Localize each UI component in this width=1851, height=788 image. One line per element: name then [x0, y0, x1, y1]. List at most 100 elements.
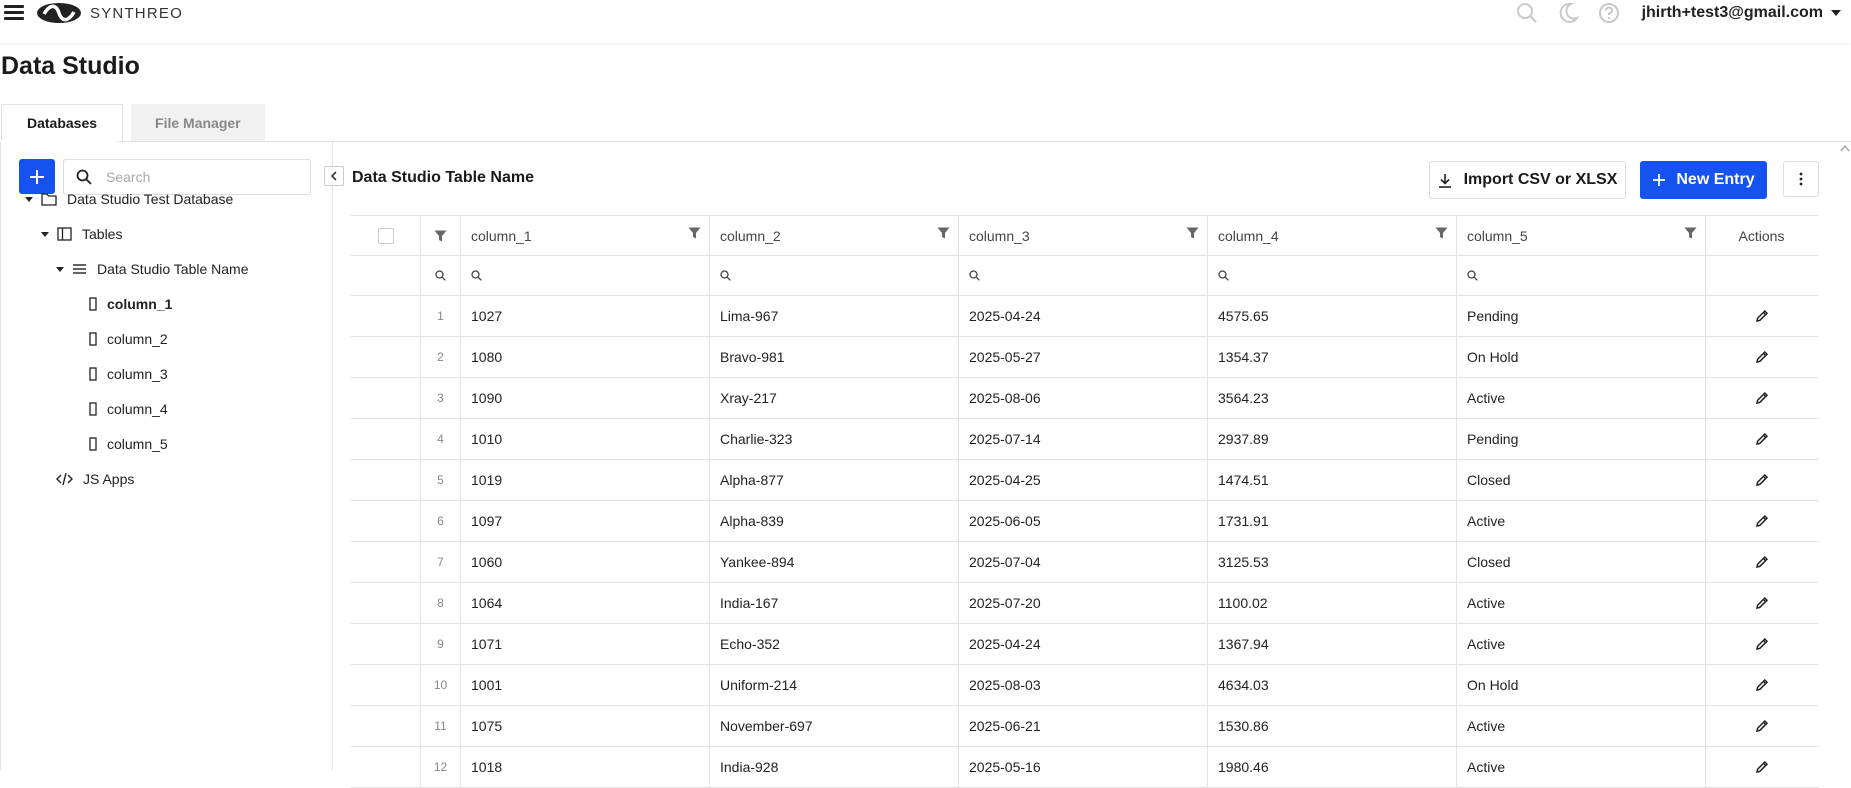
tree-js-apps[interactable]: JS Apps [56, 467, 134, 491]
tree-column-5[interactable]: column_5 [89, 432, 168, 456]
table-cell[interactable]: 1071 [461, 624, 710, 664]
column-filter-1[interactable] [461, 256, 710, 295]
column-header-4[interactable]: column_4 [1208, 216, 1457, 255]
edit-icon[interactable] [1755, 637, 1769, 651]
table-row[interactable]: 5 1019 Alpha-877 2025-04-25 1474.51 Closed [351, 460, 1819, 501]
tree-column-3[interactable]: column_3 [89, 362, 168, 386]
edit-icon[interactable] [1755, 678, 1769, 692]
table-cell[interactable]: 2937.89 [1208, 419, 1457, 459]
filter-icon[interactable] [1186, 227, 1199, 239]
row-select-cell[interactable] [351, 624, 421, 664]
user-menu[interactable]: jhirth+test3@gmail.com [1642, 4, 1841, 22]
table-cell[interactable]: 1027 [461, 296, 710, 336]
table-cell[interactable]: Pending [1457, 419, 1706, 459]
edit-icon[interactable] [1755, 719, 1769, 733]
table-cell[interactable]: 1080 [461, 337, 710, 377]
table-cell[interactable]: 1980.46 [1208, 747, 1457, 787]
table-cell[interactable]: 1731.91 [1208, 501, 1457, 541]
column-filter-4[interactable] [1208, 256, 1457, 295]
table-row[interactable]: 11 1075 November-697 2025-06-21 1530.86 Activ… [351, 706, 1819, 747]
more-options-button[interactable] [1783, 161, 1819, 197]
tree-column-1[interactable]: column_1 [89, 292, 172, 316]
new-entry-button[interactable]: New Entry [1640, 161, 1767, 199]
edit-icon[interactable] [1755, 760, 1769, 774]
sidebar-search-input[interactable] [106, 169, 276, 185]
filter-icon[interactable] [434, 230, 447, 242]
table-row[interactable]: 6 1097 Alpha-839 2025-06-05 1731.91 Active [351, 501, 1819, 542]
tab-file-manager[interactable]: File Manager [131, 104, 265, 141]
tree-database[interactable]: Data Studio Test Database [25, 187, 233, 211]
table-row[interactable]: 1 1027 Lima-967 2025-04-24 4575.65 Pending [351, 296, 1819, 337]
table-cell[interactable]: Uniform-214 [710, 665, 959, 705]
table-cell[interactable]: Pending [1457, 296, 1706, 336]
scroll-up-icon[interactable] [1839, 142, 1851, 154]
table-row[interactable]: 8 1064 India-167 2025-07-20 1100.02 Active [351, 583, 1819, 624]
table-cell[interactable]: India-167 [710, 583, 959, 623]
row-select-cell[interactable] [351, 501, 421, 541]
table-cell[interactable]: 2025-08-06 [959, 378, 1208, 418]
table-cell[interactable]: Echo-352 [710, 624, 959, 664]
table-cell[interactable]: Active [1457, 501, 1706, 541]
column-header-5[interactable]: column_5 [1457, 216, 1706, 255]
table-cell[interactable]: Alpha-839 [710, 501, 959, 541]
import-csv-button[interactable]: Import CSV or XLSX [1429, 161, 1626, 199]
edit-icon[interactable] [1755, 596, 1769, 610]
row-select-cell[interactable] [351, 583, 421, 623]
table-cell[interactable]: 3125.53 [1208, 542, 1457, 582]
table-cell[interactable]: 4634.03 [1208, 665, 1457, 705]
table-cell[interactable]: 2025-07-04 [959, 542, 1208, 582]
table-cell[interactable]: 2025-05-27 [959, 337, 1208, 377]
tree-table[interactable]: Data Studio Table Name [56, 257, 249, 281]
row-select-cell[interactable] [351, 706, 421, 746]
row-select-cell[interactable] [351, 337, 421, 377]
table-cell[interactable]: 2025-04-24 [959, 624, 1208, 664]
table-cell[interactable]: Active [1457, 747, 1706, 787]
table-cell[interactable]: Active [1457, 706, 1706, 746]
table-cell[interactable]: 1090 [461, 378, 710, 418]
tab-databases[interactable]: Databases [1, 104, 124, 141]
edit-icon[interactable] [1755, 473, 1769, 487]
table-cell[interactable]: On Hold [1457, 337, 1706, 377]
table-cell[interactable]: 1001 [461, 665, 710, 705]
edit-icon[interactable] [1755, 309, 1769, 323]
table-cell[interactable]: 1354.37 [1208, 337, 1457, 377]
hamburger-menu-icon[interactable] [4, 2, 26, 24]
table-row[interactable]: 4 1010 Charlie-323 2025-07-14 2937.89 Pending [351, 419, 1819, 460]
table-cell[interactable]: 1530.86 [1208, 706, 1457, 746]
table-cell[interactable]: 2025-07-20 [959, 583, 1208, 623]
filter-icon[interactable] [688, 227, 701, 239]
row-select-cell[interactable] [351, 378, 421, 418]
table-row[interactable]: 12 1018 India-928 2025-05-16 1980.46 Active [351, 747, 1819, 788]
help-icon[interactable] [1597, 1, 1621, 25]
table-cell[interactable]: Closed [1457, 542, 1706, 582]
column-header-2[interactable]: column_2 [710, 216, 959, 255]
table-cell[interactable]: 1019 [461, 460, 710, 500]
tree-column-4[interactable]: column_4 [89, 397, 168, 421]
table-cell[interactable]: Closed [1457, 460, 1706, 500]
row-select-cell[interactable] [351, 296, 421, 336]
row-number-filter[interactable] [421, 256, 461, 295]
brand-logo[interactable]: SYNTHREO [36, 0, 183, 26]
table-cell[interactable]: Xray-217 [710, 378, 959, 418]
table-cell[interactable]: Bravo-981 [710, 337, 959, 377]
column-filter-2[interactable] [710, 256, 959, 295]
table-cell[interactable]: 1075 [461, 706, 710, 746]
table-cell[interactable]: Alpha-877 [710, 460, 959, 500]
column-header-3[interactable]: column_3 [959, 216, 1208, 255]
select-all-checkbox[interactable] [377, 227, 394, 244]
table-cell[interactable]: 1100.02 [1208, 583, 1457, 623]
tree-column-2[interactable]: column_2 [89, 327, 168, 351]
table-row[interactable]: 10 1001 Uniform-214 2025-08-03 4634.03 On Hol… [351, 665, 1819, 706]
filter-icon[interactable] [1435, 227, 1448, 239]
edit-icon[interactable] [1755, 555, 1769, 569]
table-row[interactable]: 3 1090 Xray-217 2025-08-06 3564.23 Active [351, 378, 1819, 419]
table-cell[interactable]: 2025-04-24 [959, 296, 1208, 336]
row-select-cell[interactable] [351, 460, 421, 500]
table-cell[interactable]: 2025-04-25 [959, 460, 1208, 500]
filter-icon[interactable] [937, 227, 950, 239]
table-cell[interactable]: Lima-967 [710, 296, 959, 336]
column-filter-5[interactable] [1457, 256, 1706, 295]
table-cell[interactable]: 1010 [461, 419, 710, 459]
table-cell[interactable]: Yankee-894 [710, 542, 959, 582]
table-row[interactable]: 7 1060 Yankee-894 2025-07-04 3125.53 Closed [351, 542, 1819, 583]
